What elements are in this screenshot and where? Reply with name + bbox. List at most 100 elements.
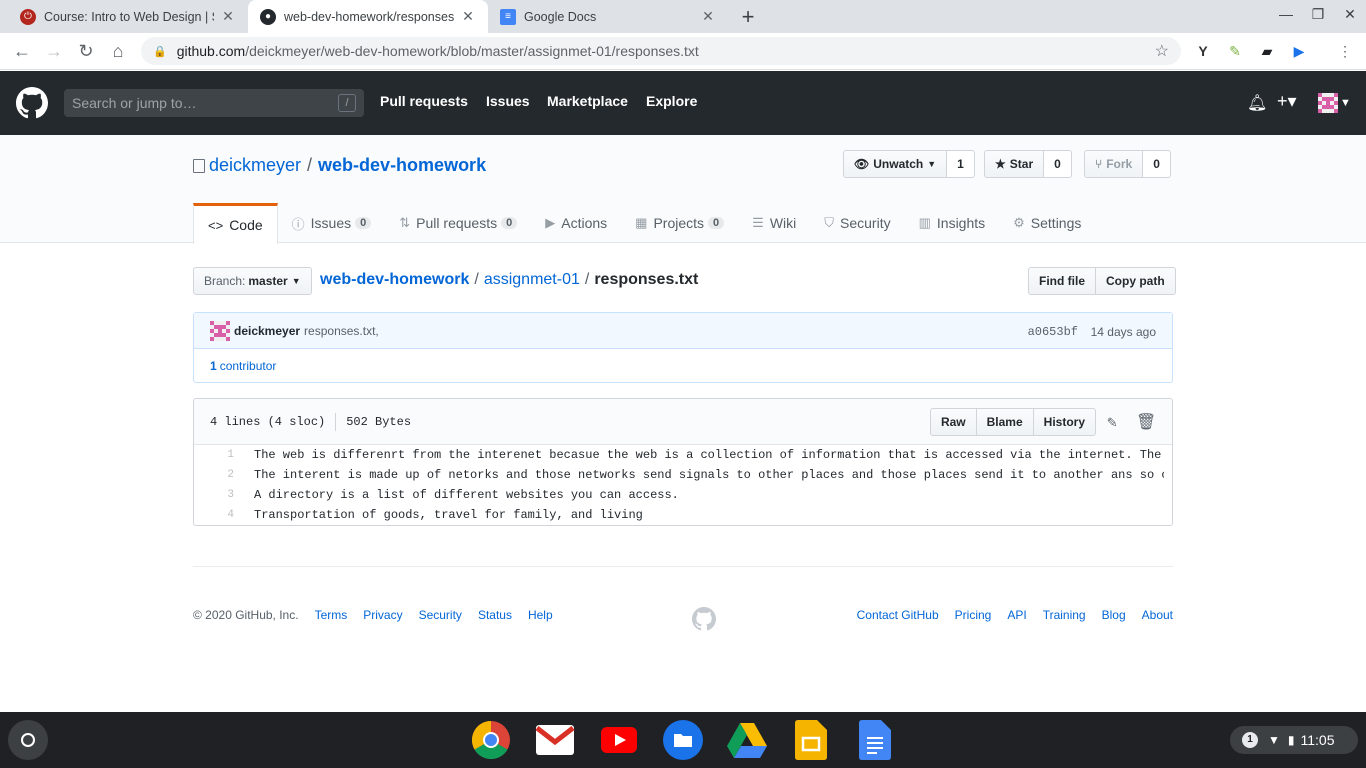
breadcrumb-dir-link[interactable]: assignmet-01 bbox=[484, 271, 580, 289]
contributors-link[interactable]: 1 contributor bbox=[210, 359, 276, 373]
home-icon[interactable]: ⌂ bbox=[106, 39, 130, 63]
github-mark-icon[interactable] bbox=[692, 607, 716, 631]
footer-link-training[interactable]: Training bbox=[1043, 608, 1086, 622]
browser-tab-responses[interactable]: ● web-dev-homework/responses.txt ✕ bbox=[248, 0, 488, 33]
footer-link-contact[interactable]: Contact GitHub bbox=[857, 608, 939, 622]
history-button[interactable]: History bbox=[1033, 408, 1096, 436]
fork-label: Fork bbox=[1106, 157, 1133, 171]
bell-icon[interactable]: 🔔︎ bbox=[1247, 93, 1267, 113]
tab-counter: 0 bbox=[355, 217, 372, 229]
reload-icon[interactable]: ↻ bbox=[74, 39, 98, 63]
address-bar[interactable]: 🔒 github.com/deickmeyer/web-dev-homework… bbox=[141, 37, 1181, 65]
close-tab-icon[interactable]: ✕ bbox=[220, 8, 236, 25]
docs-app-icon[interactable] bbox=[855, 720, 895, 760]
footer-link-api[interactable]: API bbox=[1007, 608, 1026, 622]
footer-link-terms[interactable]: Terms bbox=[315, 608, 348, 622]
tab-wiki[interactable]: ☰ Wiki bbox=[738, 203, 810, 243]
footer-link-help[interactable]: Help bbox=[528, 608, 553, 622]
tab-pull-requests[interactable]: ⇅ Pull requests 0 bbox=[385, 203, 531, 243]
breadcrumb-repo-link[interactable]: web-dev-homework bbox=[320, 271, 469, 289]
footer-link-about[interactable]: About bbox=[1142, 608, 1173, 622]
line-content: Transportation of goods, travel for fami… bbox=[254, 508, 643, 522]
slides-app-icon[interactable] bbox=[791, 720, 831, 760]
file-viewer: 4 lines (4 sloc) 502 Bytes Raw Blame His… bbox=[193, 398, 1173, 526]
blame-button[interactable]: Blame bbox=[976, 408, 1034, 436]
tab-projects[interactable]: ▦ Projects 0 bbox=[621, 203, 738, 243]
tab-issues[interactable]: ⓘ Issues 0 bbox=[278, 203, 386, 243]
contributors-label: contributor bbox=[219, 359, 277, 373]
star-button[interactable]: ★ Star bbox=[984, 150, 1045, 178]
back-icon[interactable]: ← bbox=[10, 39, 34, 63]
star-count[interactable]: 0 bbox=[1044, 150, 1072, 178]
footer-link-pricing[interactable]: Pricing bbox=[955, 608, 992, 622]
line-number[interactable]: 4 bbox=[194, 509, 244, 521]
system-tray[interactable]: 1 ▼ ▮ 11:05 bbox=[1230, 726, 1358, 754]
create-new-icon[interactable]: +▾ bbox=[1277, 91, 1297, 112]
copy-path-button[interactable]: Copy path bbox=[1096, 267, 1176, 295]
repo-owner-link[interactable]: deickmeyer bbox=[209, 155, 301, 176]
maximize-icon[interactable]: ❐ bbox=[1308, 6, 1328, 23]
nav-pull-requests[interactable]: Pull requests bbox=[380, 93, 468, 109]
launcher-button[interactable] bbox=[8, 720, 48, 760]
minimize-icon[interactable]: — bbox=[1276, 6, 1296, 22]
nav-issues[interactable]: Issues bbox=[486, 93, 530, 109]
repo-name-link[interactable]: web-dev-homework bbox=[318, 155, 486, 176]
commit-author-link[interactable]: deickmeyer bbox=[234, 324, 300, 338]
footer-link-privacy[interactable]: Privacy bbox=[363, 608, 402, 622]
screencastify-icon[interactable]: ▶ bbox=[1289, 41, 1309, 61]
line-number[interactable]: 1 bbox=[194, 449, 244, 461]
cast-extension-icon[interactable]: ▰ bbox=[1257, 41, 1277, 61]
fork-count[interactable]: 0 bbox=[1143, 150, 1171, 178]
youtube-app-icon[interactable] bbox=[599, 720, 639, 760]
pencil-icon[interactable]: ✎ bbox=[1102, 412, 1122, 432]
book-icon: ☰ bbox=[752, 215, 764, 230]
tab-insights[interactable]: ▥ Insights bbox=[905, 203, 1000, 243]
chrome-app-icon[interactable] bbox=[471, 720, 511, 760]
code-blob: 1 The web is differenrt from the interene… bbox=[194, 445, 1172, 525]
search-input[interactable]: Search or jump to… / bbox=[64, 89, 364, 117]
line-number[interactable]: 2 bbox=[194, 469, 244, 481]
commit-sha-link[interactable]: a0653bf bbox=[1028, 325, 1078, 339]
gmail-app-icon[interactable] bbox=[535, 720, 575, 760]
watch-count[interactable]: 1 bbox=[947, 150, 975, 178]
tab-counter: 0 bbox=[501, 217, 518, 229]
tab-code[interactable]: <> Code bbox=[193, 203, 278, 244]
author-avatar[interactable] bbox=[210, 320, 230, 341]
nav-marketplace[interactable]: Marketplace bbox=[547, 93, 628, 109]
footer-link-status[interactable]: Status bbox=[478, 608, 512, 622]
chevron-down-icon: ▼ bbox=[927, 159, 937, 169]
forward-icon[interactable]: → bbox=[42, 39, 66, 63]
raw-button[interactable]: Raw bbox=[929, 408, 977, 436]
tab-actions[interactable]: ▶ Actions bbox=[531, 203, 621, 243]
power-icon: ⏻ bbox=[20, 8, 36, 25]
clock: 11:05 bbox=[1300, 732, 1335, 748]
footer-link-blog[interactable]: Blog bbox=[1102, 608, 1126, 622]
browser-tab-docs[interactable]: ≡ Google Docs ✕ bbox=[488, 0, 728, 33]
line-number[interactable]: 3 bbox=[194, 489, 244, 501]
browser-menu-icon[interactable]: ⋮ bbox=[1335, 41, 1355, 61]
browser-tab-course[interactable]: ⏻ Course: Intro to Web Design | Sp ✕ bbox=[8, 0, 248, 33]
branch-select-button[interactable]: Branch: master ▼ bbox=[193, 267, 312, 295]
close-tab-icon[interactable]: ✕ bbox=[700, 8, 716, 25]
github-logo-icon[interactable] bbox=[16, 87, 48, 119]
yoast-extension-icon[interactable]: Y bbox=[1193, 41, 1213, 61]
files-app-icon[interactable] bbox=[663, 720, 703, 760]
new-tab-button[interactable]: + bbox=[737, 4, 759, 30]
drive-app-icon[interactable] bbox=[727, 720, 767, 760]
bookmark-star-icon[interactable]: ☆ bbox=[1155, 41, 1169, 61]
fork-button[interactable]: ⑂ Fork bbox=[1084, 150, 1144, 178]
nav-explore[interactable]: Explore bbox=[646, 93, 697, 109]
contributors-count: 1 bbox=[210, 359, 217, 373]
close-window-icon[interactable]: ✕ bbox=[1340, 6, 1360, 23]
footer-link-security[interactable]: Security bbox=[419, 608, 462, 622]
close-tab-icon[interactable]: ✕ bbox=[460, 8, 476, 25]
commit-message-link[interactable]: responses.txt, bbox=[304, 324, 379, 338]
extension-icon[interactable]: ✎ bbox=[1225, 41, 1245, 61]
tab-settings[interactable]: ⚙ Settings bbox=[999, 203, 1095, 243]
avatar[interactable] bbox=[1318, 93, 1338, 113]
tab-security[interactable]: ⛉ Security bbox=[810, 203, 904, 243]
trash-icon[interactable]: 🗑︎ bbox=[1136, 412, 1156, 432]
find-file-button[interactable]: Find file bbox=[1028, 267, 1096, 295]
unwatch-button[interactable]: 👁︎ Unwatch ▼ bbox=[843, 150, 948, 178]
chevron-down-icon[interactable]: ▼ bbox=[1340, 97, 1351, 109]
